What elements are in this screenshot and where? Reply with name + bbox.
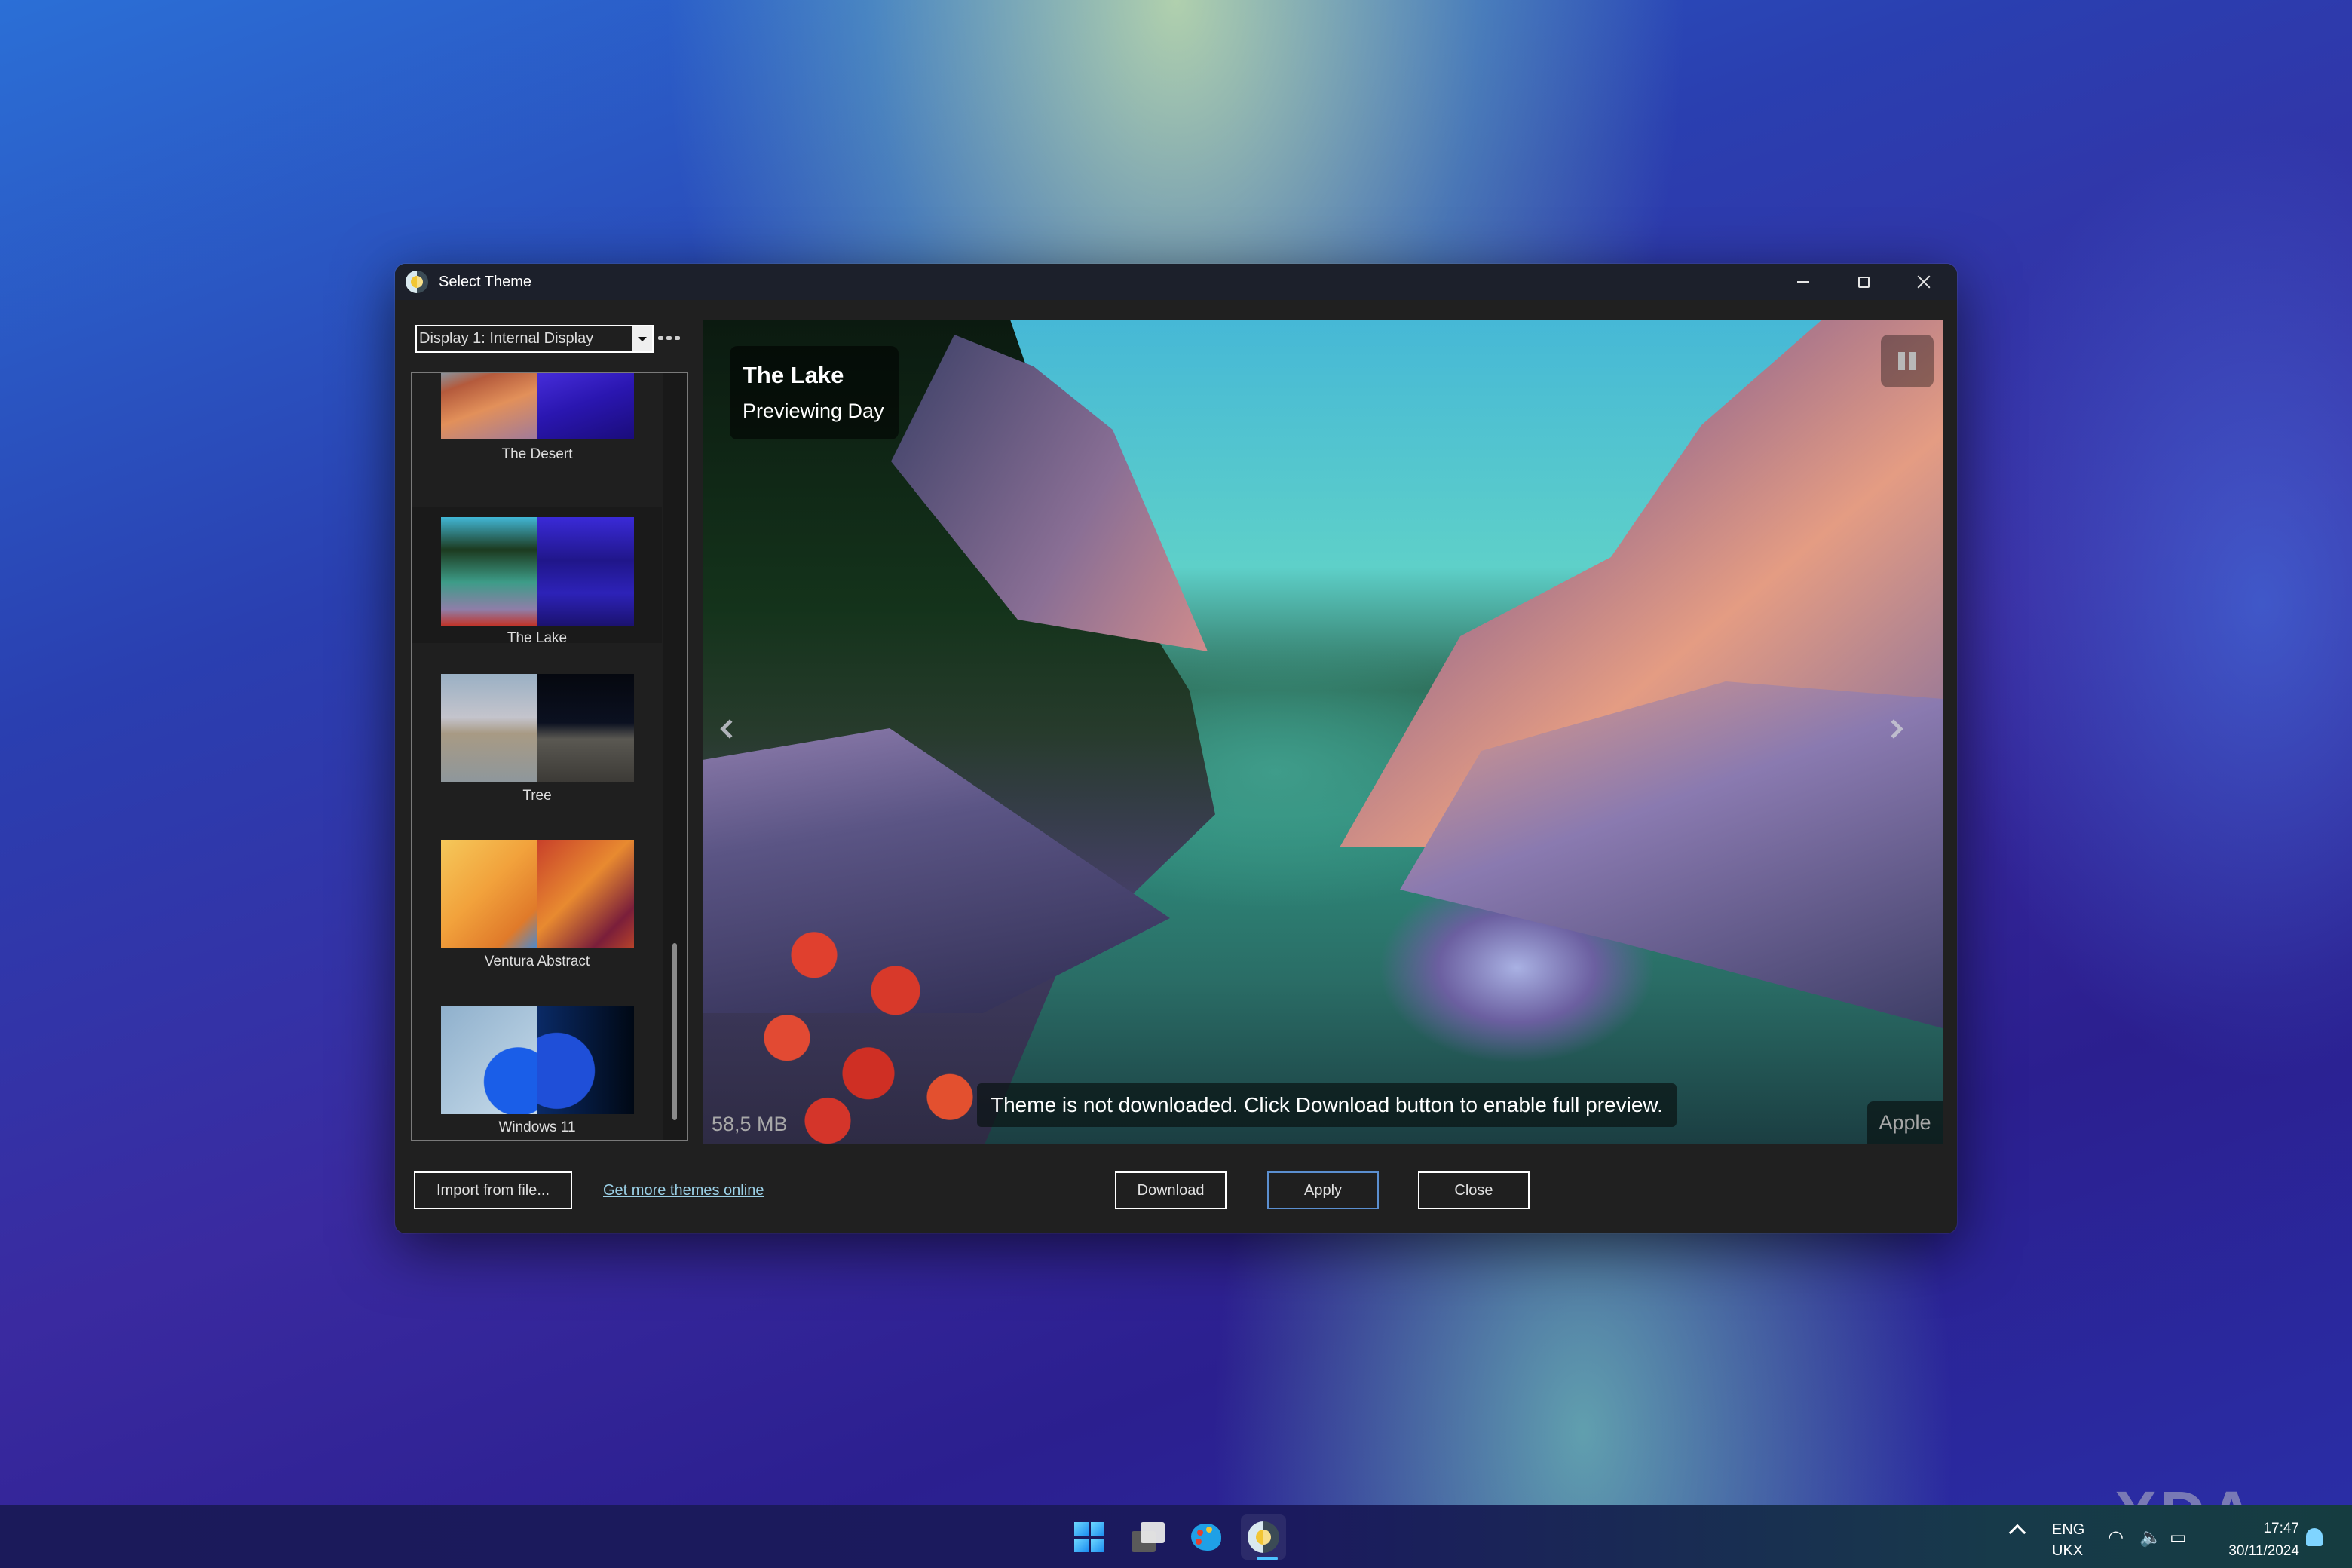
wintheme-app-icon (1248, 1521, 1279, 1553)
clock[interactable]: 17:47 30/11/2024 (2228, 1517, 2299, 1563)
thumbnail-day (441, 840, 537, 948)
previous-image-button[interactable] (712, 714, 742, 744)
next-image-button[interactable] (1882, 714, 1912, 744)
thumbnail-day (441, 373, 537, 439)
chevron-right-icon (1884, 719, 1903, 739)
task-view-icon (1132, 1522, 1165, 1552)
language-code: ENG (2052, 1521, 2085, 1538)
title-bar[interactable]: Select Theme (395, 264, 1957, 300)
pause-icon (1898, 352, 1905, 370)
paint-app-button[interactable] (1184, 1514, 1229, 1560)
select-theme-dialog: Select Theme Display 1: Internal Display… (395, 264, 1957, 1233)
get-more-themes-link[interactable]: Get more themes online (603, 1182, 764, 1199)
pause-button[interactable] (1881, 335, 1934, 387)
theme-label: The Desert (501, 446, 573, 462)
theme-list-scrollbar[interactable] (663, 373, 687, 1140)
input-language[interactable]: ENG UKX (2052, 1519, 2084, 1561)
thumbnail-day (441, 674, 537, 782)
apply-button[interactable]: Apply (1267, 1171, 1379, 1209)
preview-flowers (733, 908, 1004, 1144)
close-window-button[interactable] (1894, 264, 1954, 300)
theme-thumbnail (441, 1006, 634, 1114)
keyboard-layout: UKX (2052, 1542, 2084, 1559)
theme-label: Ventura Abstract (484, 954, 590, 969)
task-view-button[interactable] (1125, 1514, 1171, 1560)
theme-thumbnail (441, 840, 634, 948)
pause-bar (1909, 352, 1916, 370)
paint-icon (1191, 1524, 1221, 1551)
thumbnail-day (441, 1006, 537, 1114)
chevron-left-icon (720, 719, 740, 739)
minimize-button[interactable] (1773, 264, 1833, 300)
app-icon (406, 271, 428, 293)
more-horizontal-icon (657, 335, 663, 340)
theme-author: Apple (1867, 1101, 1943, 1144)
dot (666, 335, 672, 340)
windows-start-icon (1074, 1522, 1104, 1552)
date: 30/11/2024 (2228, 1543, 2299, 1559)
time: 17:47 (2263, 1521, 2299, 1536)
thumbnail-day (441, 517, 537, 626)
theme-item-ventura-abstract[interactable]: Ventura Abstract (412, 839, 662, 973)
theme-size: 58,5 MB (712, 1113, 788, 1135)
theme-item-the-desert[interactable]: The Desert (412, 373, 662, 500)
theme-item-tree[interactable]: Tree (412, 673, 662, 807)
window-title: Select Theme (439, 273, 532, 290)
scrollbar-thumb[interactable] (672, 943, 677, 1120)
theme-label: Windows 11 (498, 1119, 576, 1135)
start-button[interactable] (1067, 1514, 1112, 1560)
volume-icon[interactable]: 🔈 (2139, 1527, 2162, 1548)
preview-title: The Lake (743, 362, 844, 388)
wifi-icon[interactable]: ◠ (2108, 1527, 2124, 1548)
preview-subtitle: Previewing Day (743, 400, 884, 422)
theme-item-windows-11[interactable]: Windows 11 (412, 1005, 662, 1139)
close-icon (1917, 275, 1931, 289)
display-select[interactable]: Display 1: Internal Display (415, 325, 654, 353)
wintheme-app-button[interactable] (1241, 1514, 1286, 1560)
theme-label: Tree (522, 788, 552, 804)
theme-thumbnail (441, 517, 634, 626)
thumbnail-night (537, 517, 634, 626)
close-button[interactable]: Close (1418, 1171, 1530, 1209)
maximize-icon (1857, 276, 1870, 288)
theme-thumbnail (441, 674, 634, 782)
theme-item-the-lake[interactable]: The Lake (412, 507, 662, 646)
preview-title-overlay (730, 346, 899, 439)
chevron-down-icon[interactable] (632, 326, 652, 351)
maximize-button[interactable] (1833, 264, 1894, 300)
thumbnail-night (537, 1006, 634, 1114)
thumbnail-night (537, 373, 634, 439)
notification-bell-icon[interactable] (2306, 1528, 2323, 1546)
taskbar: ENG UKX ◠ 🔈 ▭ 17:47 30/11/2024 (0, 1505, 2352, 1568)
import-from-file-button[interactable]: Import from file... (414, 1171, 572, 1209)
theme-list[interactable]: The Desert The Lake Tree Ventura Abstrac… (411, 372, 688, 1141)
minimize-icon (1797, 281, 1809, 283)
theme-label: The Lake (507, 630, 568, 646)
dot (674, 335, 680, 340)
thumbnail-night (537, 674, 634, 782)
download-button[interactable]: Download (1115, 1171, 1227, 1209)
active-app-indicator (1257, 1557, 1278, 1560)
more-options-button[interactable] (656, 330, 681, 345)
not-downloaded-notice: Theme is not downloaded. Click Download … (977, 1083, 1677, 1127)
theme-thumbnail (441, 373, 634, 439)
thumbnail-night (537, 840, 634, 948)
display-select-value: Display 1: Internal Display (419, 330, 594, 347)
theme-preview: The Lake Previewing Day Theme is not dow… (703, 320, 1943, 1144)
battery-charging-icon[interactable]: ▭ (2170, 1527, 2187, 1548)
chevron-up-icon[interactable] (2008, 1524, 2026, 1542)
